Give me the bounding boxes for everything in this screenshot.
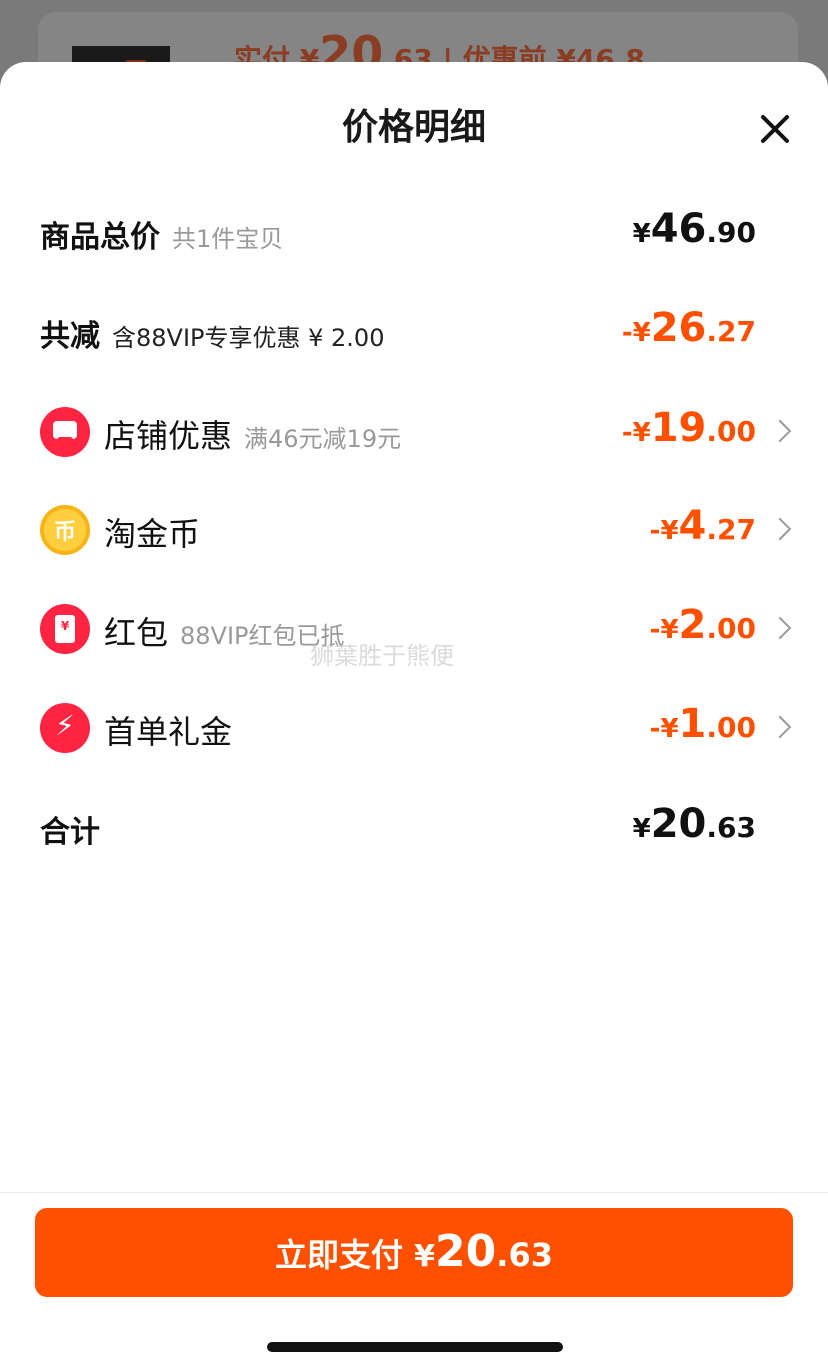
store-discount-currency: -¥ (621, 418, 651, 448)
first-order-gift-dec: .00 (706, 711, 756, 744)
lightning-icon: ⚡ (40, 703, 90, 753)
row-sum-label: 合计 (40, 807, 100, 851)
watermark: 狮葉胜于熊便 (310, 642, 454, 670)
taojinbi-currency: -¥ (649, 516, 679, 546)
first-order-gift-title: 首单礼金 (104, 713, 233, 751)
store-discount-rule: 满46元减19元 (244, 425, 402, 453)
total-discount-title: 共减 (40, 319, 100, 354)
taojinbi-int: 4 (678, 503, 707, 549)
total-discount-amount: -¥26.27 (622, 305, 756, 351)
pay-now-dec: .63 (496, 1236, 553, 1274)
row-goods-total-label: 商品总价 共1件宝贝 (40, 212, 283, 256)
row-taojinbi-label: 淘金币 (104, 509, 200, 555)
goods-total-amount: ¥46.90 (633, 206, 756, 252)
sum-int: 20 (650, 801, 707, 847)
total-discount-int: 26 (650, 305, 707, 351)
total-discount-dec: .27 (706, 315, 756, 348)
first-order-gift-amount: -¥1.00 (650, 701, 756, 747)
chevron-right-icon[interactable] (768, 616, 792, 640)
total-discount-vip-note: 含88VIP专享优惠 ¥ 2.00 (112, 324, 385, 352)
price-detail-sheet: 价格明细 商品总价 共1件宝贝 ¥46.90 共减 含88VIP专享优惠 ¥ 2.0… (0, 62, 828, 1369)
pay-now-int: 20 (435, 1226, 497, 1277)
red-packet-icon: ¥ (40, 604, 90, 654)
pay-now-currency: ¥ (414, 1239, 436, 1274)
goods-total-dec: .90 (706, 216, 756, 249)
first-order-gift-int: 1 (678, 701, 707, 747)
row-taojinbi[interactable]: 币 淘金币 -¥4.27 (0, 501, 828, 561)
taojinbi-amount: -¥4.27 (650, 503, 756, 549)
coin-icon: 币 (40, 505, 90, 555)
goods-total-title: 商品总价 (40, 220, 160, 255)
first-order-gift-currency: -¥ (649, 714, 679, 744)
row-red-packet-label: 红包 88VIP红包已抵 (104, 608, 345, 654)
taojinbi-title: 淘金币 (104, 515, 201, 553)
store-icon (40, 407, 90, 457)
coin-icon-glyph: 币 (53, 520, 76, 545)
chevron-right-icon[interactable] (768, 517, 792, 541)
store-discount-int: 19 (650, 405, 707, 451)
pay-now-button[interactable]: 立即支付 ¥20.63 (35, 1208, 793, 1297)
sum-amount: ¥20.63 (633, 801, 756, 847)
row-sum: 合计 ¥20.63 (0, 799, 828, 859)
red-packet-currency: -¥ (649, 615, 679, 645)
red-packet-amount: -¥2.00 (650, 602, 756, 648)
red-packet-dec: .00 (706, 612, 756, 645)
row-total-discount: 共减 含88VIP专享优惠 ¥ 2.00 -¥26.27 (0, 303, 828, 363)
row-store-discount[interactable]: 店铺优惠 满46元减19元 -¥19.00 (0, 403, 828, 463)
close-icon[interactable] (756, 110, 794, 148)
pay-now-button-content: 立即支付 ¥20.63 (35, 1226, 793, 1277)
red-packet-icon-glyph: ¥ (60, 619, 70, 633)
pay-now-label: 立即支付 (275, 1236, 415, 1274)
red-packet-int: 2 (678, 602, 707, 648)
taojinbi-dec: .27 (706, 513, 756, 546)
sheet-title: 价格明细 (341, 107, 486, 148)
row-first-order-gift[interactable]: ⚡ 首单礼金 -¥1.00 (0, 699, 828, 759)
chevron-right-icon[interactable] (768, 715, 792, 739)
goods-total-int: 46 (650, 206, 707, 252)
red-packet-title: 红包 (104, 614, 169, 652)
row-total-discount-label: 共减 含88VIP专享优惠 ¥ 2.00 (40, 311, 384, 355)
home-indicator[interactable] (267, 1342, 563, 1352)
goods-total-count: 共1件宝贝 (172, 225, 284, 253)
total-discount-currency: -¥ (621, 318, 651, 348)
sum-currency: ¥ (632, 814, 651, 844)
goods-total-currency: ¥ (632, 219, 651, 249)
store-discount-dec: .00 (706, 415, 756, 448)
sum-title: 合计 (40, 815, 100, 850)
row-first-order-gift-label: 首单礼金 (104, 707, 232, 753)
row-store-discount-label: 店铺优惠 满46元减19元 (104, 411, 401, 457)
row-goods-total: 商品总价 共1件宝贝 ¥46.90 (0, 204, 828, 264)
footer-divider (0, 1192, 828, 1193)
chevron-right-icon[interactable] (768, 419, 792, 443)
store-discount-title: 店铺优惠 (104, 417, 233, 455)
sum-dec: .63 (706, 811, 756, 844)
store-discount-amount: -¥19.00 (622, 405, 756, 451)
